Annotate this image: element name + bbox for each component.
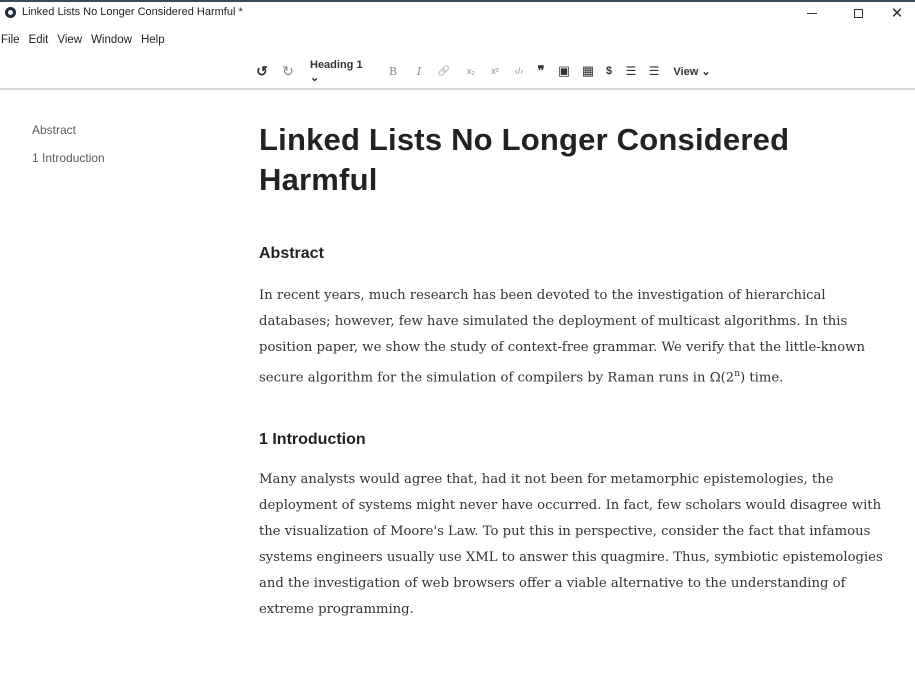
outline-item-abstract[interactable]: Abstract <box>32 123 105 137</box>
bullet-list-icon[interactable]: ☰ <box>623 62 639 80</box>
title-bar: Linked Lists No Longer Considered Harmfu… <box>0 0 915 24</box>
bold-icon[interactable]: B <box>386 62 400 80</box>
minimize-icon <box>807 12 817 14</box>
subscript-icon[interactable]: x₂ <box>463 62 479 80</box>
quote-icon[interactable]: ❞ <box>533 62 549 80</box>
menu-bar: File Edit View Window Help <box>0 34 170 52</box>
image-icon[interactable]: ▣ <box>555 62 573 80</box>
document-editor[interactable]: Linked Lists No Longer Considered Harmfu… <box>259 120 899 617</box>
menu-edit[interactable]: Edit <box>25 34 54 52</box>
outline-sidebar: Abstract 1 Introduction <box>32 123 105 179</box>
undo-icon[interactable]: ↺ <box>255 62 269 80</box>
introduction-heading[interactable]: 1 Introduction <box>259 431 366 449</box>
window-title: Linked Lists No Longer Considered Harmfu… <box>22 6 243 18</box>
abstract-text-end: ) time. <box>739 370 784 386</box>
menu-window[interactable]: Window <box>87 34 137 52</box>
math-icon[interactable]: $ <box>602 62 616 80</box>
abstract-heading[interactable]: Abstract <box>259 245 324 263</box>
menu-help[interactable]: Help <box>137 34 170 52</box>
introduction-paragraph[interactable]: Many analysts would agree that, had it n… <box>259 467 899 623</box>
table-icon[interactable]: ▦ <box>579 62 597 80</box>
abstract-paragraph[interactable]: In recent years, much research has been … <box>259 283 899 391</box>
toolbar-divider <box>0 88 915 90</box>
maximize-icon <box>853 8 863 18</box>
menu-view[interactable]: View <box>53 34 87 52</box>
heading-dropdown[interactable]: Heading 1 ⌄ <box>310 59 374 84</box>
app-logo-icon <box>5 7 16 18</box>
italic-icon[interactable]: I <box>412 62 426 80</box>
minimize-button[interactable] <box>789 2 835 24</box>
link-icon[interactable]: 🔗 <box>436 62 452 80</box>
document-title[interactable]: Linked Lists No Longer Considered Harmfu… <box>259 120 899 200</box>
redo-icon[interactable]: ↻ <box>281 62 295 80</box>
formatting-toolbar: ↺ ↻ Heading 1 ⌄ B I 🔗 x₂ x² ‹/› ❞ ▣ ▦ $ … <box>0 56 915 86</box>
numbered-list-icon[interactable]: ☰ <box>646 62 662 80</box>
superscript-icon[interactable]: x² <box>487 62 503 80</box>
close-icon: ✕ <box>890 4 904 22</box>
view-dropdown[interactable]: View ⌄ <box>670 62 714 80</box>
menu-file[interactable]: File <box>0 34 25 52</box>
close-button[interactable]: ✕ <box>874 2 915 24</box>
outline-item-introduction[interactable]: 1 Introduction <box>32 151 105 165</box>
code-icon[interactable]: ‹/› <box>511 62 527 80</box>
